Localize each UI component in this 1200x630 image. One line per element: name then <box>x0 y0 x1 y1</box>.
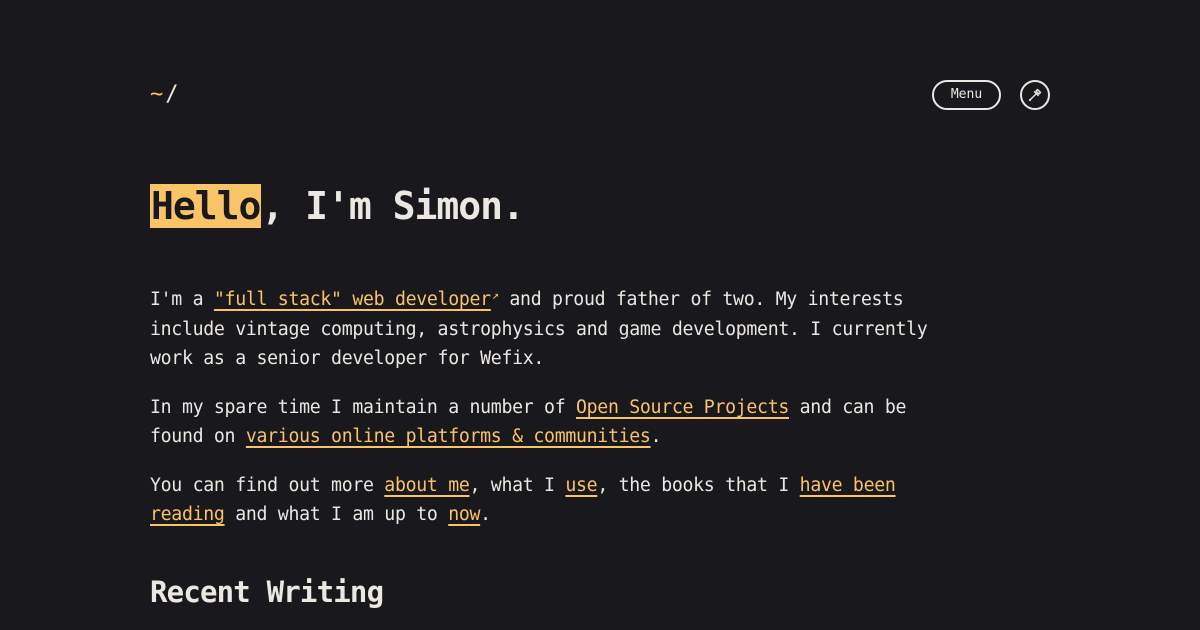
theme-toggle-button[interactable] <box>1020 80 1050 110</box>
now-link[interactable]: now <box>448 504 480 525</box>
intro-text: I'm a <box>150 289 214 310</box>
intro-section: I'm a "full stack" web developer↗ and pr… <box>150 281 930 549</box>
open-source-projects-link[interactable]: Open Source Projects <box>576 397 789 418</box>
full-stack-link[interactable]: "full stack" web developer <box>214 289 491 310</box>
home-logo-link[interactable]: ~/ <box>150 82 179 108</box>
intro-paragraph-1: I'm a "full stack" web developer↗ and pr… <box>150 281 930 374</box>
use-link[interactable]: use <box>565 475 597 496</box>
hero-heading-rest: , I'm Simon. <box>261 184 525 228</box>
recent-writing-heading: Recent Writing <box>150 575 384 609</box>
hero-heading: Hello, I'm Simon. <box>150 178 525 234</box>
menu-button[interactable]: Menu <box>932 80 1001 110</box>
hero-highlight: Hello <box>150 184 261 228</box>
intro-text: . <box>650 426 662 447</box>
intro-paragraph-2: In my spare time I maintain a number of … <box>150 393 930 452</box>
pipette-icon <box>1027 87 1043 103</box>
intro-text: and what I am up to <box>224 504 449 525</box>
intro-text: , what I <box>469 474 566 496</box>
about-me-link[interactable]: about me <box>384 475 470 496</box>
online-platforms-link[interactable]: various online platforms & communities <box>246 426 651 447</box>
intro-text: . <box>480 504 491 525</box>
site-header: ~/ Menu <box>150 80 1050 110</box>
intro-text: In my spare time I maintain a number of <box>150 396 576 418</box>
logo-tilde: ~ <box>150 82 164 107</box>
external-link-icon: ↗ <box>491 288 499 302</box>
intro-text: , the books that I <box>597 474 800 496</box>
intro-text: You can find out more <box>150 474 385 496</box>
intro-paragraph-3: You can find out more about me, what I u… <box>150 471 930 530</box>
logo-slash: / <box>165 82 179 107</box>
